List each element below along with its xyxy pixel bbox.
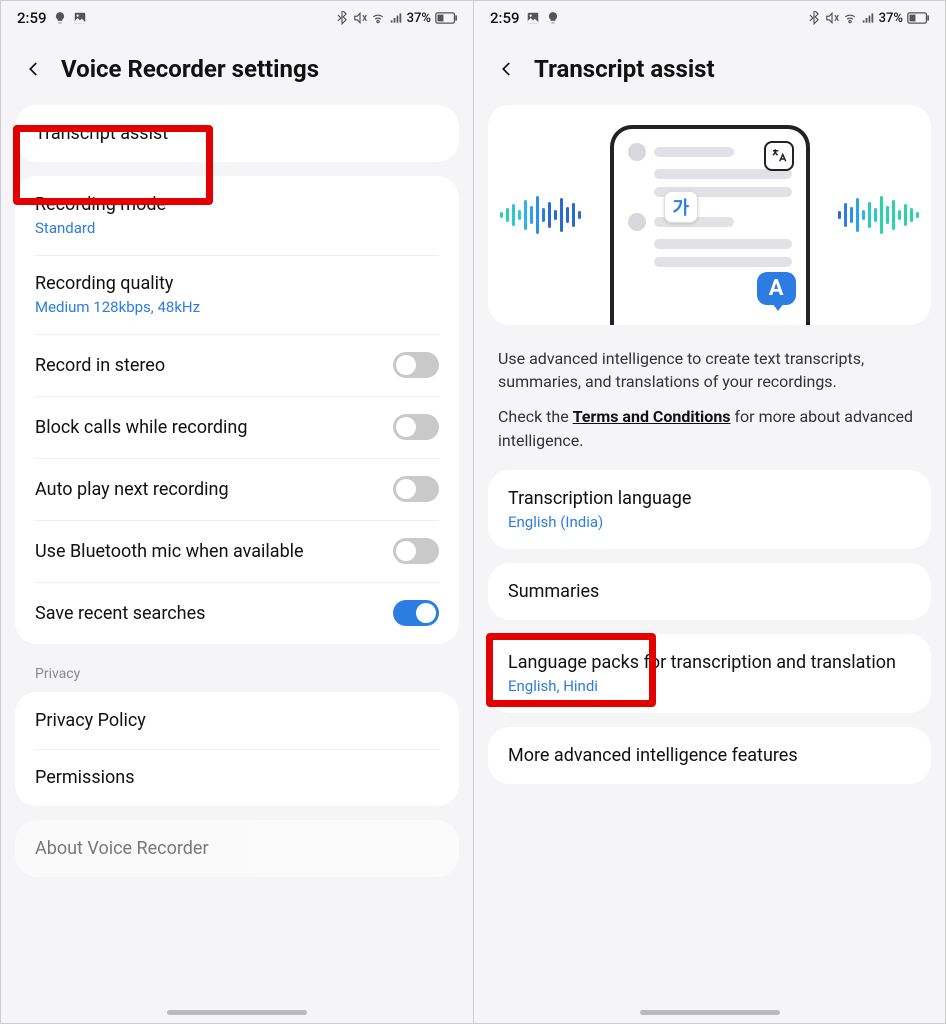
- signal-icon: [389, 11, 403, 25]
- chevron-left-icon: [25, 60, 43, 78]
- wifi-icon: [843, 11, 857, 25]
- row-label: Recording mode: [35, 194, 439, 215]
- row-about[interactable]: About Voice Recorder: [15, 820, 459, 877]
- description-terms: Check the Terms and Conditions for more …: [474, 397, 945, 455]
- back-button[interactable]: [21, 56, 47, 82]
- row-transcription-language[interactable]: Transcription language English (India): [488, 470, 931, 549]
- translate-icon: [764, 141, 794, 171]
- back-button[interactable]: [494, 56, 520, 82]
- page-title: Voice Recorder settings: [61, 55, 319, 83]
- row-label: Transcription language: [508, 488, 911, 509]
- row-label: Permissions: [35, 767, 439, 788]
- row-label: Transcript assist: [35, 123, 439, 144]
- waveform-left-icon: [500, 196, 581, 234]
- row-sub: English (India): [508, 513, 911, 531]
- toggle-block-calls[interactable]: [393, 414, 439, 440]
- section-privacy-label: Privacy: [1, 658, 473, 692]
- row-sub: Standard: [35, 219, 439, 237]
- terms-link[interactable]: Terms and Conditions: [573, 407, 731, 426]
- phone-mock-icon: 가 A: [610, 125, 810, 325]
- page-title: Transcript assist: [534, 55, 715, 83]
- row-recording-quality[interactable]: Recording quality Medium 128kbps, 48kHz: [15, 255, 459, 334]
- fade: [1, 993, 473, 1023]
- row-label: Use Bluetooth mic when available: [35, 541, 304, 562]
- toggle-bt-mic[interactable]: [393, 538, 439, 564]
- bluetooth-icon: [807, 11, 821, 25]
- row-transcript-assist[interactable]: Transcript assist: [15, 105, 459, 162]
- status-battery-pct: 37%: [407, 11, 431, 26]
- row-label: Privacy Policy: [35, 710, 439, 731]
- screen-transcript-assist: 2:59 37% Transcript assist: [473, 1, 945, 1023]
- waveform-right-icon: [838, 196, 919, 234]
- card-language-packs: Language packs for transcription and tra…: [488, 634, 931, 713]
- screen-voice-recorder-settings: 2:59 37% Voice Recorder settings Transcr…: [1, 1, 473, 1023]
- card-privacy: Privacy Policy Permissions: [15, 692, 459, 806]
- status-bar: 2:59 37%: [1, 1, 473, 31]
- card-summaries: Summaries: [488, 563, 931, 620]
- card-transcript-assist: Transcript assist: [15, 105, 459, 162]
- bluetooth-icon: [335, 11, 349, 25]
- wifi-icon: [371, 11, 385, 25]
- status-bar: 2:59 37%: [474, 1, 945, 31]
- nav-indicator[interactable]: [640, 1010, 780, 1015]
- row-label: Block calls while recording: [35, 417, 247, 438]
- korean-char-icon: 가: [664, 191, 699, 223]
- battery-icon: [435, 12, 457, 24]
- row-label: Record in stereo: [35, 355, 165, 376]
- nav-indicator[interactable]: [167, 1010, 307, 1015]
- row-recording-mode[interactable]: Recording mode Standard: [15, 176, 459, 255]
- row-block-calls[interactable]: Block calls while recording: [15, 396, 459, 458]
- card-recording-settings: Recording mode Standard Recording qualit…: [15, 176, 459, 644]
- row-more-features[interactable]: More advanced intelligence features: [488, 727, 931, 784]
- row-permissions[interactable]: Permissions: [15, 749, 459, 806]
- row-label: More advanced intelligence features: [508, 745, 911, 766]
- row-label: About Voice Recorder: [35, 838, 439, 859]
- row-bt-mic[interactable]: Use Bluetooth mic when available: [15, 520, 459, 582]
- mute-icon: [825, 11, 839, 25]
- toggle-save-searches[interactable]: [393, 600, 439, 626]
- row-language-packs[interactable]: Language packs for transcription and tra…: [488, 634, 931, 713]
- toggle-autoplay[interactable]: [393, 476, 439, 502]
- row-label: Auto play next recording: [35, 479, 229, 500]
- letter-a-bubble-icon: A: [757, 272, 796, 305]
- status-battery-pct: 37%: [879, 11, 903, 26]
- signal-icon: [861, 11, 875, 25]
- bulb-icon: [546, 11, 560, 25]
- row-record-stereo[interactable]: Record in stereo: [15, 334, 459, 396]
- illustration: 가 A: [488, 105, 931, 325]
- row-sub: English, Hindi: [508, 677, 911, 695]
- card-about: About Voice Recorder: [15, 820, 459, 877]
- card-transcription-language: Transcription language English (India): [488, 470, 931, 549]
- toggle-stereo[interactable]: [393, 352, 439, 378]
- mute-icon: [353, 11, 367, 25]
- header: Transcript assist: [474, 31, 945, 105]
- row-label: Language packs for transcription and tra…: [508, 652, 911, 673]
- row-label: Save recent searches: [35, 603, 205, 624]
- header: Voice Recorder settings: [1, 31, 473, 105]
- status-time: 2:59: [17, 9, 47, 27]
- row-label: Summaries: [508, 581, 911, 602]
- card-more-features: More advanced intelligence features: [488, 727, 931, 784]
- battery-icon: [907, 12, 929, 24]
- image-icon: [526, 11, 540, 25]
- row-summaries[interactable]: Summaries: [488, 563, 931, 620]
- description-text: Use advanced intelligence to create text…: [474, 339, 945, 397]
- image-icon: [73, 11, 87, 25]
- bulb-icon: [53, 11, 67, 25]
- row-autoplay[interactable]: Auto play next recording: [15, 458, 459, 520]
- row-label: Recording quality: [35, 273, 439, 294]
- chevron-left-icon: [498, 60, 516, 78]
- row-save-searches[interactable]: Save recent searches: [15, 582, 459, 644]
- status-time: 2:59: [490, 9, 520, 27]
- row-privacy-policy[interactable]: Privacy Policy: [15, 692, 459, 749]
- row-sub: Medium 128kbps, 48kHz: [35, 298, 439, 316]
